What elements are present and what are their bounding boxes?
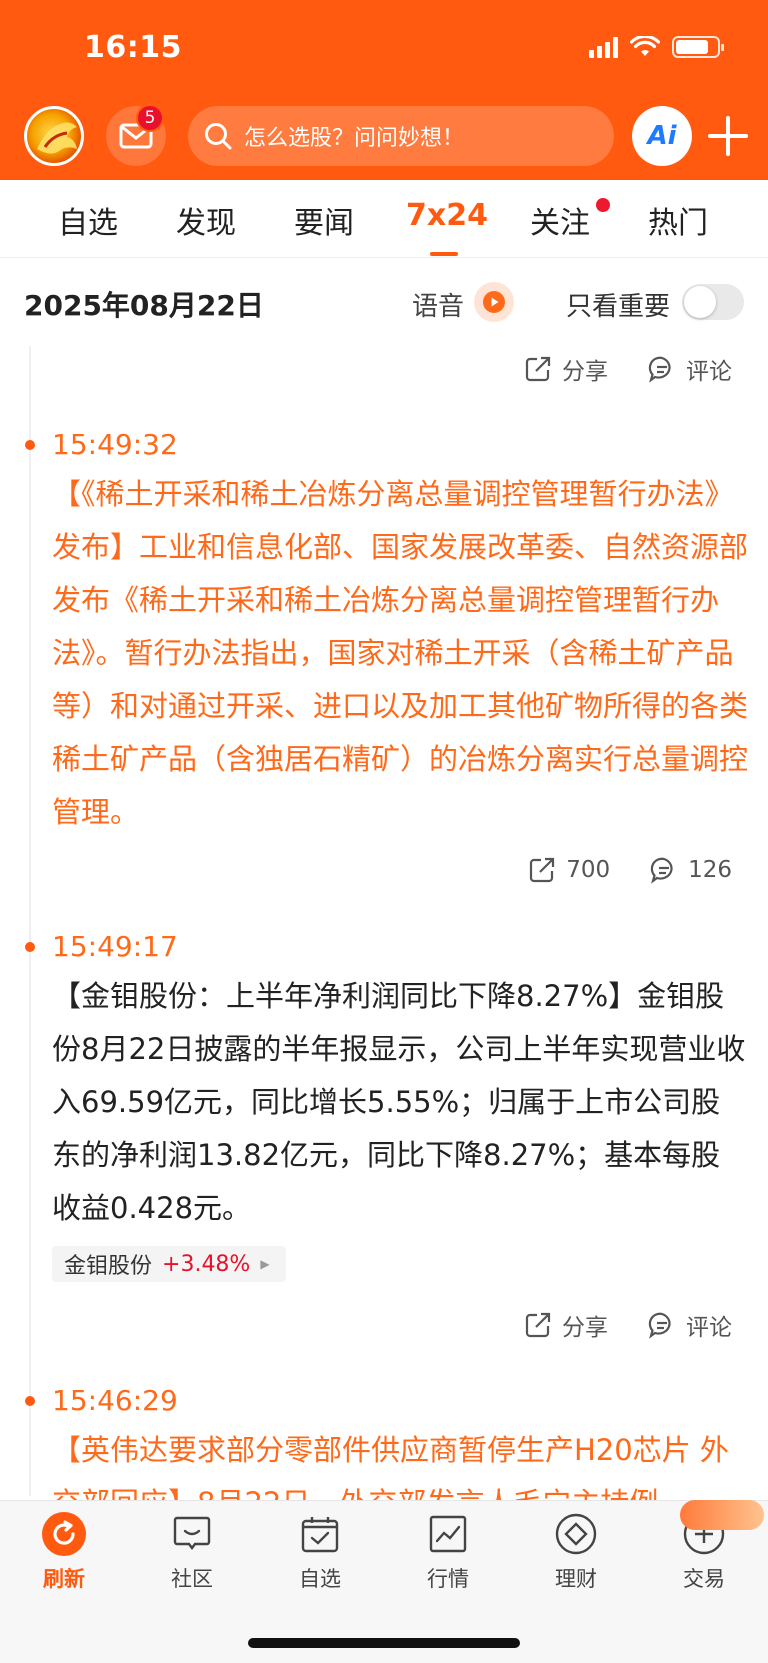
user-avatar[interactable] <box>24 106 84 166</box>
home-indicator <box>248 1638 520 1648</box>
tab-trending[interactable]: 热门 <box>648 198 708 242</box>
wealth-icon <box>553 1511 599 1557</box>
voice-label[interactable]: 语音 <box>412 286 464 323</box>
share-label: 分享 <box>562 1315 608 1341</box>
feed-actions-top: 分享 评论 <box>524 352 732 386</box>
timeline-dot <box>25 942 35 952</box>
nav-market[interactable]: 行情 <box>398 1511 498 1593</box>
stock-name: 金钼股份 <box>64 1254 153 1279</box>
search-bar[interactable]: 怎么选股？问问妙想！ <box>188 106 614 166</box>
comment-button[interactable]: 126 <box>650 856 732 884</box>
share-count: 700 <box>566 857 611 883</box>
app-screen: 16:15 5 怎么选股？问问妙想！ Ai 自选 发现 要闻 7x24 关注 热… <box>0 0 768 1663</box>
voice-play-button[interactable] <box>474 282 514 322</box>
feed-date: 2025年08月22日 <box>24 289 264 322</box>
comment-count: 126 <box>688 857 732 883</box>
nav-community[interactable]: 社区 <box>142 1511 242 1593</box>
refresh-icon <box>41 1511 87 1557</box>
chart-icon <box>425 1511 471 1557</box>
add-icon[interactable] <box>704 110 752 162</box>
play-icon <box>483 291 505 313</box>
watchlist-icon <box>297 1511 343 1557</box>
date-bar: 2025年08月22日 语音 只看重要 <box>0 260 768 346</box>
news-actions: 700 126 <box>528 856 732 884</box>
floating-promo-pill[interactable] <box>680 1500 764 1530</box>
share-button[interactable]: 分享 <box>524 352 608 386</box>
search-placeholder: 怎么选股？问问妙想！ <box>244 126 465 151</box>
share-icon <box>530 857 555 883</box>
top-header: 16:15 5 怎么选股？问问妙想！ Ai <box>0 0 768 180</box>
timeline-dot <box>25 440 35 450</box>
share-label: 分享 <box>562 359 608 385</box>
news-text[interactable]: 【金钼股份：上半年净利润同比下降8.27%】金钼股份8月22日披露的半年报显示，… <box>52 970 748 1235</box>
nav-label: 社区 <box>171 1567 213 1591</box>
chevron-right-icon: ▶ <box>260 1257 270 1271</box>
nav-watchlist[interactable]: 自选 <box>270 1511 370 1593</box>
comment-button[interactable]: 评论 <box>648 352 732 386</box>
news-actions: 分享 评论 <box>524 1308 732 1342</box>
tab-watchlist[interactable]: 自选 <box>58 198 118 242</box>
status-time: 16:15 <box>84 30 182 65</box>
tab-following[interactable]: 关注 <box>530 198 590 242</box>
nav-label: 交易 <box>683 1567 725 1591</box>
important-only-label: 只看重要 <box>566 292 671 322</box>
comment-label: 评论 <box>686 359 732 385</box>
unread-badge: 5 <box>136 104 164 132</box>
nav-label: 刷新 <box>43 1567 85 1591</box>
mascot-icon <box>37 122 77 154</box>
timeline-dot <box>25 1396 35 1406</box>
nav-label: 自选 <box>299 1567 341 1591</box>
share-icon <box>525 356 551 382</box>
battery-icon <box>672 36 724 58</box>
nav-label: 行情 <box>427 1567 469 1591</box>
share-button[interactable]: 分享 <box>524 1308 608 1342</box>
nav-wealth[interactable]: 理财 <box>526 1511 626 1593</box>
search-icon <box>205 123 232 150</box>
important-only-toggle[interactable] <box>682 284 744 320</box>
news-time: 15:49:32 <box>52 428 178 461</box>
wifi-icon <box>630 36 660 56</box>
comment-label: 评论 <box>686 1315 732 1341</box>
nav-refresh[interactable]: 刷新 <box>14 1511 114 1593</box>
category-tabs: 自选 发现 要闻 7x24 关注 热门 <box>0 180 768 258</box>
stock-change: +3.48% <box>162 1251 251 1277</box>
news-time: 15:49:17 <box>52 930 178 963</box>
following-notification-dot <box>596 198 610 212</box>
tab-discover[interactable]: 发现 <box>176 198 236 242</box>
tab-headlines[interactable]: 要闻 <box>294 198 354 242</box>
ai-assistant-button[interactable]: Ai <box>632 106 692 166</box>
news-text[interactable]: 【《稀土开采和稀土冶炼分离总量调控管理暂行办法》发布】工业和信息化部、国家发展改… <box>52 468 748 839</box>
cellular-signal-icon <box>589 36 618 58</box>
timeline-line <box>29 346 31 1496</box>
community-icon <box>169 1511 215 1557</box>
active-tab-indicator <box>430 252 458 256</box>
comment-button[interactable]: 评论 <box>648 1308 732 1342</box>
news-time: 15:46:29 <box>52 1384 178 1417</box>
comment-icon <box>648 356 671 383</box>
share-button[interactable]: 700 <box>528 856 610 884</box>
share-icon <box>525 1312 551 1338</box>
related-stock-chip[interactable]: 金钼股份 +3.48% ▶ <box>52 1246 286 1282</box>
nav-label: 理财 <box>555 1567 597 1591</box>
comment-icon <box>648 1312 671 1339</box>
status-icons <box>589 36 724 58</box>
tab-7x24[interactable]: 7x24 <box>406 198 488 233</box>
news-text[interactable]: 【英伟达要求部分零部件供应商暂停生产H20芯片 外交部回应】8月22日，外交部发… <box>52 1424 748 1500</box>
comment-icon <box>650 857 673 884</box>
